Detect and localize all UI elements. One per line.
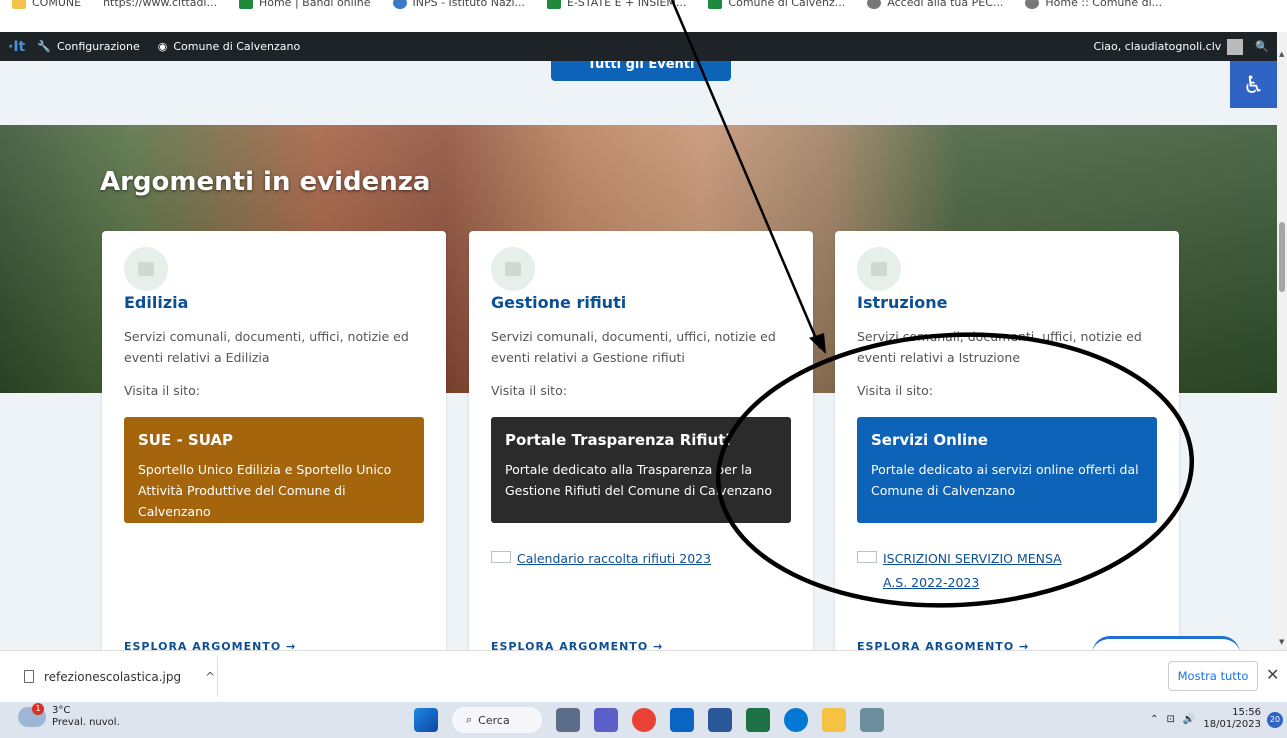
bookmark-cittadi[interactable]: https://www.cittadi... — [103, 0, 217, 9]
card-description: Servizi comunali, documenti, uffici, not… — [491, 329, 776, 365]
pec-icon — [867, 0, 882, 9]
wifi-app-icon[interactable] — [784, 708, 808, 732]
bookmark-comune[interactable]: COMUNE — [12, 0, 81, 9]
scroll-up-icon[interactable]: ▲ — [1279, 50, 1284, 58]
show-all-button[interactable]: Mostra tutto — [1168, 661, 1258, 691]
portale-trasparenza-link[interactable]: Portale Trasparenza Rifiuti Portale dedi… — [491, 417, 791, 523]
file-explorer-icon[interactable] — [822, 708, 846, 732]
outlook-icon[interactable] — [670, 708, 694, 732]
explore-topic-link[interactable]: ESPLORA ARGOMENTO → — [491, 640, 663, 650]
wrench-icon: 🔧 — [37, 40, 51, 53]
visit-label: Visita il sito: — [124, 383, 200, 398]
task-view-icon[interactable] — [556, 708, 580, 732]
scroll-down-icon[interactable]: ▼ — [1279, 638, 1284, 646]
teams-icon[interactable] — [594, 708, 618, 732]
explore-topic-link[interactable]: ESPLORA ARGOMENTO → — [124, 640, 296, 650]
document-icon — [491, 551, 511, 563]
sue-suap-link[interactable]: SUE - SUAP Sportello Unico Edilizia e Sp… — [124, 417, 424, 523]
windows-start-icon[interactable] — [414, 708, 438, 732]
topic-card-edilizia: Edilizia Servizi comunali, documenti, uf… — [102, 231, 446, 650]
close-icon[interactable]: ✕ — [1266, 665, 1279, 684]
bookmark-pec[interactable]: Accedi alla tua PEC... — [867, 0, 1003, 9]
calendario-link[interactable]: Calendario raccolta rifiuti 2023 — [491, 547, 711, 571]
chrome-icon[interactable] — [632, 708, 656, 732]
iscrizioni-mensa-link[interactable]: ISCRIZIONI SERVIZIO MENSA A.S. 2022-2023 — [857, 547, 1077, 595]
page-scrollbar[interactable]: ▲ ▼ — [1277, 32, 1287, 650]
taskbar-search[interactable]: ⌕ Cerca — [452, 707, 542, 733]
notification-badge[interactable]: 20 — [1267, 712, 1283, 728]
config-menu[interactable]: 🔧 Configurazione — [37, 40, 140, 53]
home-icon — [1025, 0, 1040, 9]
card-title[interactable]: Edilizia — [124, 293, 188, 312]
topic-card-rifiuti: Gestione rifiuti Servizi comunali, docum… — [469, 231, 813, 650]
section-title: Argomenti in evidenza — [100, 167, 431, 197]
bookmark-home-comune[interactable]: Home :: Comune di... — [1025, 0, 1162, 9]
weather-badge: 1 — [32, 703, 44, 715]
dashboard-icon: ◉ — [157, 40, 168, 53]
all-events-button[interactable]: Tutti gli Eventi — [551, 61, 731, 81]
scroll-thumb[interactable] — [1279, 222, 1285, 292]
site-menu[interactable]: ◉ Comune di Calvenzano — [158, 40, 300, 53]
card-description: Servizi comunali, documenti, uffici, not… — [857, 329, 1142, 365]
clock[interactable]: 15:56 18/01/2023 — [1203, 707, 1261, 731]
search-icon[interactable]: 🔍 — [1255, 40, 1269, 53]
topic-icon — [124, 247, 168, 291]
card-description: Servizi comunali, documenti, uffici, not… — [124, 329, 409, 365]
document-icon — [857, 551, 877, 563]
admin-bar: ·It 🔧 Configurazione ◉ Comune di Calvenz… — [0, 32, 1277, 61]
avatar[interactable] — [1227, 38, 1244, 55]
bandi-icon — [238, 0, 253, 9]
search-icon: ⌕ — [466, 713, 473, 726]
topic-card-istruzione: Istruzione Servizi comunali, documenti, … — [835, 231, 1179, 650]
cloud-icon: 1 — [18, 703, 46, 727]
download-item[interactable]: refezionescolastica.jpg ^ — [0, 656, 218, 697]
site-logo[interactable]: ·It — [8, 39, 25, 55]
downloads-bar: refezionescolastica.jpg ^ Mostra tutto ✕ — [0, 650, 1287, 702]
bookmark-bandi[interactable]: Home | Bandi online — [238, 0, 371, 9]
excel-icon[interactable] — [746, 708, 770, 732]
comune-icon — [708, 0, 723, 9]
file-icon — [24, 670, 34, 683]
card-title[interactable]: Istruzione — [857, 293, 947, 312]
user-greeting[interactable]: Ciao, claudiatognoli.clv — [1094, 40, 1222, 53]
chevron-up-icon[interactable]: ⌃ — [1150, 714, 1158, 725]
explore-topic-link[interactable]: ESPLORA ARGOMENTO → — [857, 640, 1029, 650]
taskbar: 1 3°C Preval. nuvol. ⌕ Cerca ⌃ ⊡ 🔊 15:56 … — [0, 702, 1287, 738]
chevron-up-icon[interactable]: ^ — [205, 670, 215, 684]
accessibility-icon[interactable]: ♿ — [1230, 61, 1277, 108]
visit-label: Visita il sito: — [857, 383, 933, 398]
floating-button[interactable] — [1092, 636, 1240, 650]
topic-icon — [857, 247, 901, 291]
weather-widget[interactable]: 1 3°C Preval. nuvol. — [18, 703, 120, 729]
estate-icon — [547, 0, 562, 9]
bookmark-estate[interactable]: E-STATE E + INSIEM... — [547, 0, 686, 9]
bookmark-comune-calvenzano[interactable]: Comune di Calvenz... — [708, 0, 845, 9]
bookmarks-bar: COMUNE https://www.cittadi... Home | Ban… — [0, 0, 1287, 32]
topic-icon — [491, 247, 535, 291]
network-icon[interactable]: ⊡ — [1167, 714, 1175, 725]
taskbar-apps: ⌕ Cerca — [414, 707, 884, 733]
bookmark-inps[interactable]: INPS - Istituto Nazi... — [392, 0, 525, 9]
visit-label: Visita il sito: — [491, 383, 567, 398]
word-icon[interactable] — [708, 708, 732, 732]
card-title[interactable]: Gestione rifiuti — [491, 293, 626, 312]
main-page: Tutti gli Eventi Argomenti in evidenza E… — [0, 61, 1277, 650]
system-tray: ⌃ ⊡ 🔊 15:56 18/01/2023 — [1150, 707, 1261, 731]
folder-icon — [12, 0, 26, 9]
servizi-online-link[interactable]: Servizi Online Portale dedicato ai servi… — [857, 417, 1157, 523]
inps-icon — [392, 0, 407, 9]
photos-icon[interactable] — [860, 708, 884, 732]
volume-icon[interactable]: 🔊 — [1183, 714, 1195, 725]
